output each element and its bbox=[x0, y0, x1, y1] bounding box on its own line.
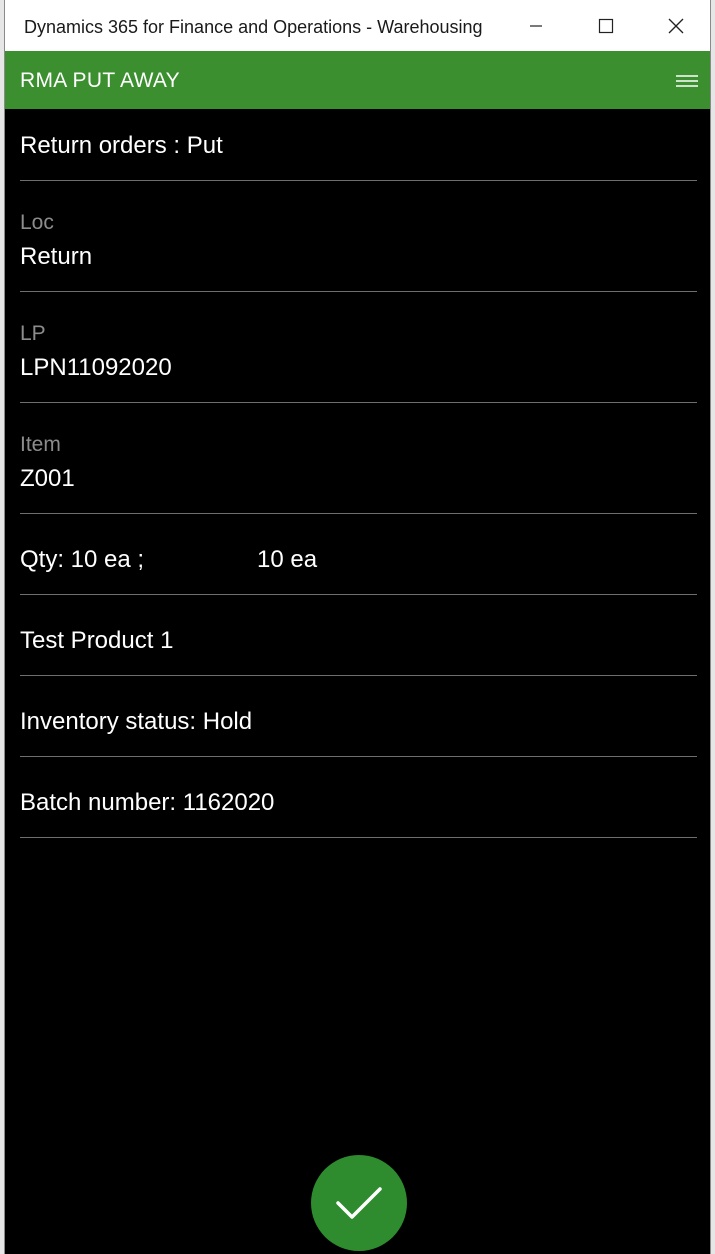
inventory-status-row: Inventory status: Hold bbox=[20, 676, 697, 757]
item-label: Item bbox=[20, 433, 61, 456]
hamburger-icon bbox=[676, 75, 698, 87]
loc-value: Return bbox=[20, 243, 93, 270]
inventory-status: Inventory status: Hold bbox=[20, 708, 253, 735]
item-value: Z001 bbox=[20, 465, 75, 492]
header-row: Return orders : Put bbox=[20, 109, 697, 181]
page-title: RMA PUT AWAY bbox=[20, 69, 180, 92]
product-row: Test Product 1 bbox=[20, 595, 697, 676]
item-row: Item Z001 bbox=[20, 403, 697, 514]
batch-row: Batch number: 1162020 bbox=[20, 757, 697, 838]
product-name: Test Product 1 bbox=[20, 627, 174, 654]
maximize-button[interactable] bbox=[571, 0, 641, 51]
lp-row: LP LPN11092020 bbox=[20, 292, 697, 403]
minimize-icon bbox=[530, 24, 542, 27]
lp-value: LPN11092020 bbox=[20, 354, 172, 381]
app-window: Dynamics 365 for Finance and Operations … bbox=[4, 0, 711, 1254]
qty-text: Qty: 10 ea ; bbox=[20, 546, 145, 573]
lp-label: LP bbox=[20, 322, 46, 345]
maximize-icon bbox=[598, 18, 614, 33]
minimize-button[interactable] bbox=[501, 0, 571, 51]
loc-row: Loc Return bbox=[20, 181, 697, 292]
close-icon bbox=[668, 18, 684, 33]
loc-label: Loc bbox=[20, 211, 54, 234]
close-button[interactable] bbox=[641, 0, 710, 51]
qty-row: Qty: 10 ea ; 10 ea bbox=[20, 514, 697, 595]
checkmark-icon bbox=[336, 1187, 382, 1219]
header-text: Return orders : Put bbox=[20, 132, 223, 159]
menu-button[interactable] bbox=[673, 71, 701, 91]
app-header: RMA PUT AWAY bbox=[5, 51, 710, 109]
window-title: Dynamics 365 for Finance and Operations … bbox=[24, 17, 483, 37]
confirm-button[interactable] bbox=[311, 1155, 407, 1251]
qty-second: 10 ea bbox=[257, 546, 318, 573]
batch-number: Batch number: 1162020 bbox=[20, 789, 275, 816]
window-titlebar: Dynamics 365 for Finance and Operations … bbox=[5, 0, 710, 51]
